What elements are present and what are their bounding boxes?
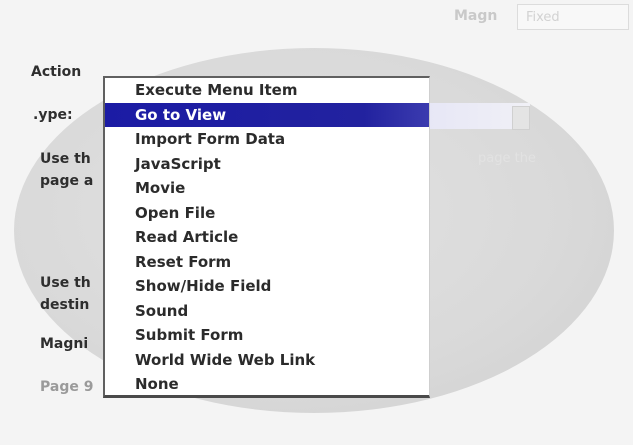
- action-section-label: Action: [31, 64, 82, 80]
- use-the-label-1: Use th: [40, 151, 91, 167]
- magnification-text: Magni: [40, 336, 89, 352]
- menu-item-submit-form[interactable]: Submit Form: [105, 323, 429, 348]
- menu-item-none[interactable]: None: [105, 372, 429, 397]
- menu-item-show-hide-field[interactable]: Show/Hide Field: [105, 274, 429, 299]
- menu-item-reset-form[interactable]: Reset Form: [105, 250, 429, 275]
- menu-item-go-to-view[interactable]: Go to View: [105, 102, 429, 127]
- menu-item-world-wide-web-link[interactable]: World Wide Web Link: [105, 348, 429, 373]
- magnification-field[interactable]: Fixed: [517, 4, 629, 30]
- type-label: .ype:: [33, 107, 73, 123]
- page-label-faded: Page 9: [40, 379, 94, 395]
- menu-item-read-article[interactable]: Read Article: [105, 225, 429, 250]
- magnification-label: Magn: [454, 8, 498, 24]
- menu-item-sound[interactable]: Sound: [105, 299, 429, 324]
- menu-item-import-form-data[interactable]: Import Form Data: [105, 127, 429, 152]
- menu-item-javascript[interactable]: JavaScript: [105, 152, 429, 177]
- menu-item-open-file[interactable]: Open File: [105, 201, 429, 226]
- page-a-label: page a: [40, 173, 94, 189]
- type-popup-arrow-box[interactable]: [512, 106, 530, 130]
- destination-label: destin: [40, 297, 90, 313]
- action-type-popup-menu[interactable]: Execute Menu Item Go to View Import Form…: [103, 76, 430, 398]
- use-the-label-2: Use th: [40, 275, 91, 291]
- faded-right-text: page the: [478, 151, 536, 166]
- menu-item-execute-menu-item[interactable]: Execute Menu Item: [105, 78, 429, 103]
- menu-item-movie[interactable]: Movie: [105, 176, 429, 201]
